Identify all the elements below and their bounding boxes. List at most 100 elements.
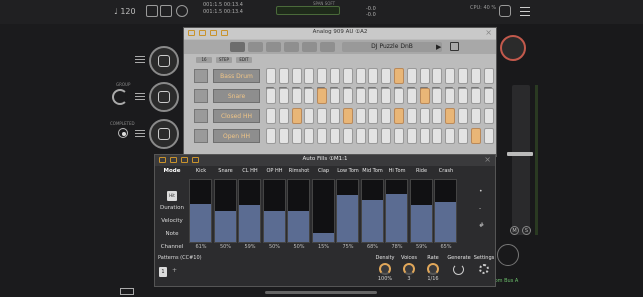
step-button[interactable]	[317, 88, 328, 104]
step-button[interactable]	[406, 68, 417, 84]
fill-slider[interactable]	[213, 179, 237, 243]
step-button[interactable]	[381, 128, 392, 144]
step-button[interactable]	[368, 128, 379, 144]
step-button[interactable]	[458, 68, 468, 84]
step-button[interactable]	[291, 68, 302, 84]
step-button[interactable]	[419, 68, 430, 84]
channel-icon-guitar[interactable]	[149, 82, 179, 112]
fill-slider[interactable]	[287, 179, 310, 243]
step-button[interactable]	[317, 68, 328, 84]
pattern-button[interactable]: 1	[159, 267, 167, 277]
step-button[interactable]	[317, 128, 328, 144]
mode-tab-16[interactable]: 16	[196, 57, 212, 63]
autofills-titlebar[interactable]: Auto Fills ①M1:1 ×	[155, 155, 495, 166]
step-button[interactable]	[278, 68, 289, 84]
record-icon[interactable]	[176, 5, 188, 17]
step-button[interactable]	[342, 128, 353, 144]
track-name-button[interactable]: Closed HH	[213, 109, 260, 123]
track-name-button[interactable]: Bass Drum	[213, 69, 260, 83]
step-button[interactable]	[355, 108, 366, 124]
fill-slider[interactable]	[336, 179, 359, 243]
fill-slider[interactable]	[360, 179, 384, 243]
step-button[interactable]	[394, 68, 404, 84]
step-button[interactable]	[381, 108, 392, 124]
volume-knob[interactable]	[112, 89, 128, 105]
step-button[interactable]	[483, 128, 494, 144]
edit-pencil-icon[interactable]	[302, 42, 317, 52]
fill-slider[interactable]	[189, 179, 212, 243]
mode-tab-edit[interactable]: EDIT	[236, 57, 252, 63]
step-button[interactable]	[483, 88, 494, 104]
mode-hit-button[interactable]: Hit	[167, 191, 177, 201]
step-button[interactable]	[470, 128, 481, 144]
step-button[interactable]	[394, 88, 404, 104]
step-button[interactable]	[445, 108, 456, 124]
step-button[interactable]	[304, 68, 315, 84]
gear-icon[interactable]	[479, 264, 489, 274]
next-preset-icon[interactable]: ▶	[436, 42, 441, 52]
preset-name[interactable]: DJ Puzzle DnB	[342, 42, 442, 52]
menu-icon[interactable]	[520, 7, 530, 16]
step-button[interactable]	[330, 128, 340, 144]
mixer-view-icon[interactable]	[266, 42, 281, 52]
close-icon[interactable]: ×	[484, 155, 491, 164]
step-button[interactable]	[291, 88, 302, 104]
step-button[interactable]	[432, 128, 443, 144]
drag-handle-icon[interactable]	[135, 93, 145, 103]
grid-view-icon[interactable]	[248, 42, 263, 52]
mode-duration[interactable]: Duration	[157, 205, 187, 211]
step-button[interactable]	[368, 68, 379, 84]
mode-tab-step[interactable]: STEP	[216, 57, 232, 63]
step-button[interactable]	[368, 88, 379, 104]
step-button[interactable]	[291, 128, 302, 144]
step-button[interactable]	[266, 108, 276, 124]
track-mute-button[interactable]	[194, 129, 208, 143]
mute-button[interactable]: M	[510, 226, 519, 235]
step-button[interactable]	[330, 88, 340, 104]
step-button[interactable]	[278, 108, 289, 124]
radio-button[interactable]	[118, 128, 128, 138]
track-mute-button[interactable]	[194, 89, 208, 103]
step-button[interactable]	[406, 128, 417, 144]
step-button[interactable]	[342, 88, 353, 104]
step-button[interactable]	[406, 108, 417, 124]
step-button[interactable]	[304, 128, 315, 144]
close-icon[interactable]: ×	[485, 28, 492, 37]
rewind-icon[interactable]	[146, 5, 158, 17]
step-button[interactable]	[458, 88, 468, 104]
step-button[interactable]	[419, 128, 430, 144]
step-button[interactable]	[291, 108, 302, 124]
track-mute-button[interactable]	[194, 109, 208, 123]
dots-grid-icon[interactable]	[320, 42, 335, 52]
add-pattern-icon[interactable]: +	[172, 267, 177, 274]
step-button[interactable]	[266, 128, 276, 144]
analog909-titlebar[interactable]: Analog 909 AU ①A2 ×	[184, 28, 496, 39]
mode-channel[interactable]: Channel	[157, 244, 187, 250]
step-button[interactable]	[304, 88, 315, 104]
step-button[interactable]	[355, 88, 366, 104]
step-button[interactable]	[419, 88, 430, 104]
volume-fader[interactable]	[512, 85, 530, 235]
step-button[interactable]	[419, 108, 430, 124]
step-button[interactable]	[342, 68, 353, 84]
mode-velocity[interactable]: Velocity	[157, 218, 187, 224]
fill-slider[interactable]	[409, 179, 433, 243]
step-button[interactable]	[394, 128, 404, 144]
step-button[interactable]	[278, 88, 289, 104]
step-button[interactable]	[445, 128, 456, 144]
drum-kit-icon[interactable]	[284, 42, 299, 52]
step-button[interactable]	[381, 68, 392, 84]
step-button[interactable]	[342, 108, 353, 124]
step-button[interactable]	[266, 88, 276, 104]
voices-knob[interactable]	[403, 263, 415, 275]
step-button[interactable]	[432, 68, 443, 84]
step-button[interactable]	[445, 88, 456, 104]
save-icon[interactable]	[450, 42, 459, 51]
loop-icon[interactable]	[499, 5, 511, 17]
step-button[interactable]	[368, 108, 379, 124]
step-button[interactable]	[304, 108, 315, 124]
step-button[interactable]	[483, 68, 494, 84]
step-button[interactable]	[394, 108, 404, 124]
step-button[interactable]	[381, 88, 392, 104]
track-name-button[interactable]: Snare	[213, 89, 260, 103]
